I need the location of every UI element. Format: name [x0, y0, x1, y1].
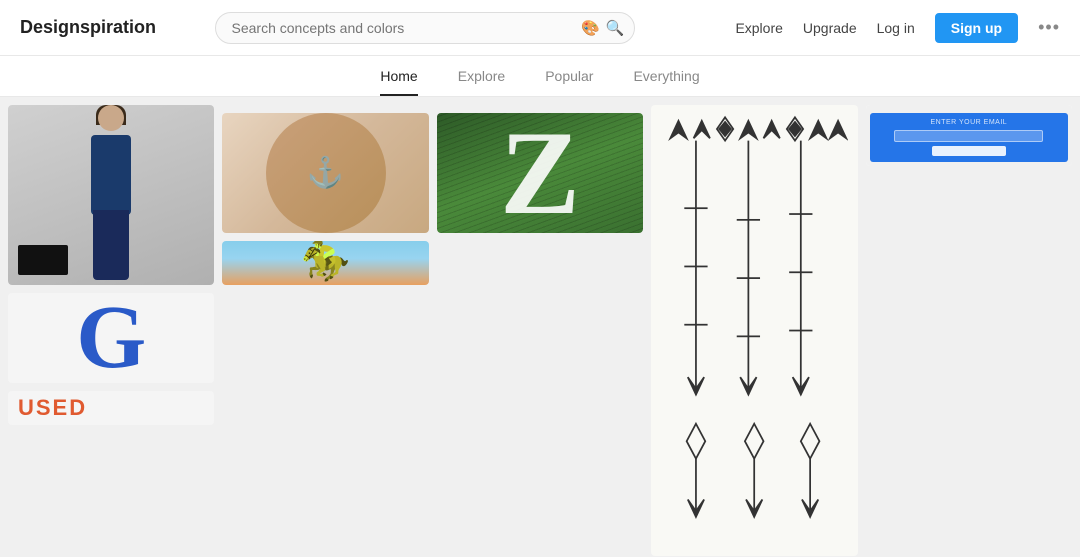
header-nav: Explore Upgrade Log in Sign up •••	[735, 13, 1060, 43]
list-item[interactable]: USED	[8, 391, 214, 425]
column-3: Brillo Z	[437, 105, 643, 549]
list-item[interactable]	[651, 105, 857, 556]
search-icon-group: 🎨 🔍	[581, 19, 624, 37]
login-button[interactable]: Log in	[877, 20, 915, 36]
email-input-mock	[894, 130, 1043, 142]
tab-home[interactable]: Home	[380, 56, 417, 96]
masonry-grid: G USED ⚓	[0, 97, 1080, 557]
horse-silhouette: 🏇	[301, 241, 351, 281]
email-label: enter your email	[930, 119, 1007, 126]
arm: ⚓	[266, 113, 386, 233]
search-input[interactable]	[215, 12, 635, 44]
signup-button[interactable]: Sign up	[935, 13, 1018, 43]
list-item[interactable]: G	[8, 293, 214, 383]
z-letter: Z	[500, 113, 580, 233]
list-item[interactable]: ⚓	[222, 113, 428, 233]
tab-everything[interactable]: Everything	[633, 56, 699, 96]
more-menu-button[interactable]: •••	[1038, 17, 1060, 38]
column-5: 🚗 enter your email	[866, 105, 1072, 549]
arrows-svg	[661, 115, 847, 546]
design-bottom: enter your email	[870, 113, 1068, 162]
logo: Designspiration	[20, 17, 156, 38]
tab-explore[interactable]: Explore	[458, 56, 505, 96]
nav-explore[interactable]: Explore	[735, 20, 782, 36]
column-2: ⚓ 🏇	[222, 105, 428, 549]
main-nav: Home Explore Popular Everything	[0, 56, 1080, 97]
tab-popular[interactable]: Popular	[545, 56, 593, 96]
tattoo-art: ⚓	[307, 156, 344, 191]
list-item[interactable]: 🚗 enter your email	[866, 105, 1072, 166]
email-btn-mock	[932, 146, 1007, 156]
used-text: USED	[18, 395, 87, 421]
list-item[interactable]	[8, 105, 214, 285]
search-bar[interactable]: 🎨 🔍	[215, 12, 635, 44]
g-logo: G	[76, 293, 146, 383]
search-icon[interactable]: 🔍	[606, 19, 625, 37]
column-1: G USED	[8, 105, 214, 549]
list-item[interactable]: 🏇	[222, 241, 428, 285]
nav-upgrade[interactable]: Upgrade	[803, 20, 857, 36]
header: Designspiration 🎨 🔍 Explore Upgrade Log …	[0, 0, 1080, 56]
palette-icon[interactable]: 🎨	[581, 19, 600, 37]
column-4	[651, 105, 857, 549]
list-item[interactable]: Z	[437, 113, 643, 233]
